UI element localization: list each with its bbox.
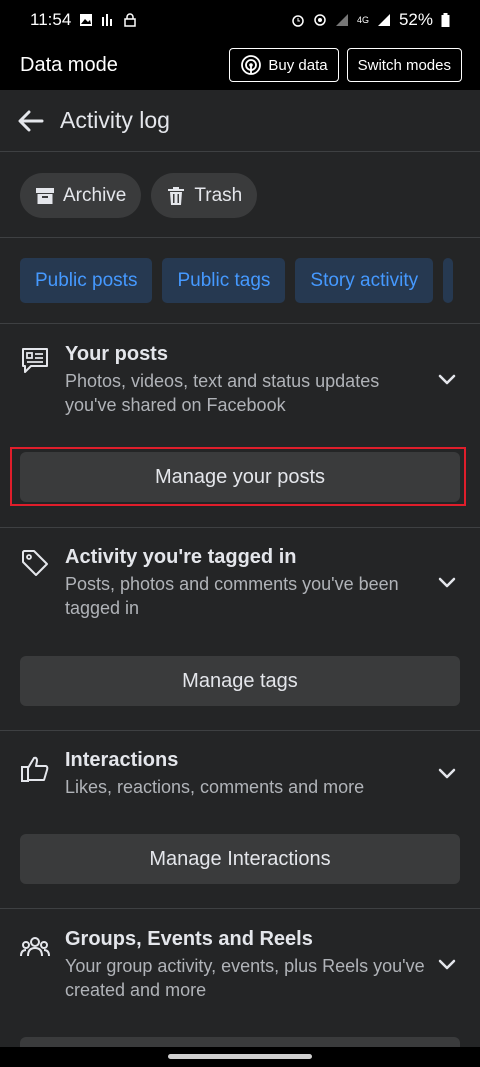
broadcast-icon xyxy=(241,55,262,75)
filter-public-posts[interactable]: Public posts xyxy=(20,258,153,303)
section-title: Activity you're tagged in xyxy=(65,546,297,568)
battery-icon xyxy=(441,13,450,27)
page-title: Activity log xyxy=(60,107,170,133)
section-description: Photos, videos, text and status updates … xyxy=(65,371,380,415)
chevron-down-icon[interactable] xyxy=(438,768,456,780)
divider xyxy=(0,908,480,909)
groups-icon xyxy=(20,937,50,957)
posts-icon xyxy=(22,348,48,373)
manage-tags-button[interactable]: Manage tags xyxy=(20,656,460,706)
data-mode-bar: Data mode Buy data Switch modes xyxy=(0,40,480,90)
section-tagged-activity: Activity you're tagged in Posts, photos … xyxy=(0,543,480,663)
section-title: Interactions xyxy=(65,749,179,771)
status-time: 11:54 xyxy=(30,10,72,29)
filter-more-chip[interactable] xyxy=(443,258,454,303)
section-title: Groups, Events and Reels xyxy=(65,928,313,950)
manage-interactions-button[interactable]: Manage Interactions xyxy=(20,834,460,884)
status-bar: 11:54 4G 52% xyxy=(0,0,480,40)
action-pills: Archive Trash xyxy=(20,173,258,218)
section-description: Likes, reactions, comments and more xyxy=(65,777,365,797)
buy-data-button[interactable]: Buy data xyxy=(229,48,339,82)
signal-icon-2 xyxy=(377,14,390,26)
divider xyxy=(0,730,480,731)
trash-label: Trash xyxy=(194,184,243,206)
tag-icon xyxy=(22,550,48,576)
section-title: Your posts xyxy=(65,343,168,365)
filter-story-activity[interactable]: Story activity xyxy=(295,258,434,303)
switch-modes-button[interactable]: Switch modes xyxy=(346,48,462,82)
divider xyxy=(0,323,480,324)
divider xyxy=(0,527,480,528)
chevron-down-icon[interactable] xyxy=(438,374,456,386)
buy-data-label: Buy data xyxy=(268,56,328,74)
lock-icon xyxy=(124,13,137,27)
stats-icon xyxy=(102,14,113,26)
hotspot-icon xyxy=(314,14,326,26)
alarm-icon xyxy=(292,15,304,27)
network-type: 4G xyxy=(356,15,369,25)
section-groups-events-reels: Groups, Events and Reels Your group acti… xyxy=(0,925,480,1015)
trash-button[interactable]: Trash xyxy=(151,173,258,218)
highlight-box xyxy=(10,447,466,506)
chevron-down-icon[interactable] xyxy=(438,577,456,589)
filter-public-tags[interactable]: Public tags xyxy=(162,258,286,303)
thumbs-up-icon xyxy=(21,756,49,782)
back-arrow-icon[interactable] xyxy=(16,106,46,136)
archive-button[interactable]: Archive xyxy=(20,173,142,218)
section-description: Your group activity, events, plus Reels … xyxy=(65,956,425,1000)
switch-modes-label: Switch modes xyxy=(357,56,451,74)
archive-label: Archive xyxy=(63,184,127,206)
chevron-down-icon[interactable] xyxy=(438,959,456,971)
app-header: Activity log xyxy=(0,90,480,152)
battery-percent: 52% xyxy=(398,10,433,29)
data-mode-title: Data mode xyxy=(20,53,118,76)
signal-icon xyxy=(335,14,348,26)
section-description: Posts, photos and comments you've been t… xyxy=(65,574,399,618)
filter-chips: Public posts Public tags Story activity xyxy=(20,258,454,303)
archive-icon xyxy=(36,187,54,204)
gallery-icon xyxy=(80,14,93,26)
home-gesture-bar[interactable] xyxy=(168,1054,312,1059)
divider xyxy=(0,237,480,238)
section-interactions: Interactions Likes, reactions, comments … xyxy=(0,746,480,826)
trash-icon xyxy=(168,186,185,205)
